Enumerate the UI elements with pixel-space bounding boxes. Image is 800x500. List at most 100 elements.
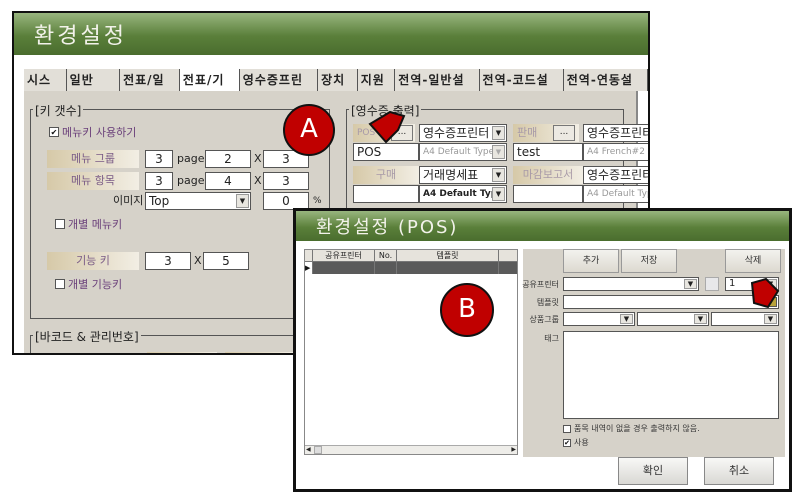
dropdown-arrow-icon: ▼ [236, 194, 249, 208]
product-group-select-1[interactable]: ▼ [563, 312, 635, 326]
shared-printer-grid[interactable]: 공유프린터 No. 템플릿 ▶ ◀ ▶ [304, 249, 518, 455]
tab-global-code[interactable]: 전역-코드설정 [479, 69, 564, 109]
checkbox-checked-icon: ✔ [49, 127, 59, 137]
barcode-title: [바코드 & 관리번호] [33, 328, 141, 345]
menu-item-x: X [254, 174, 262, 187]
sales-name-input[interactable]: test [513, 143, 583, 161]
shared-printer-select[interactable]: ▼ [563, 277, 699, 291]
individual-function-key-checkbox[interactable]: 개별 기능키 [55, 276, 122, 292]
use-checkbox[interactable]: ✔ 사용 [563, 437, 589, 448]
sales-printer-value: 영수증프린터 [587, 126, 650, 140]
tag-textarea[interactable] [563, 331, 779, 419]
table-row[interactable]: ▶ [305, 262, 517, 274]
sales-type-value: A4 French#2 type [587, 147, 648, 157]
tab-global-link[interactable]: 전역-연동설정 [563, 69, 648, 109]
menu-group-page-word: page [177, 152, 205, 165]
tab-receipt-printer[interactable]: 영수증프린터 [239, 69, 319, 109]
background [12, 355, 293, 500]
function-key-cols-input[interactable]: 3 [145, 252, 191, 270]
main-window-title: 환경설정 [14, 13, 648, 55]
tab-general[interactable]: 일반 [66, 69, 121, 91]
scroll-right-icon[interactable]: ▶ [511, 446, 516, 453]
use-menu-key-checkbox[interactable]: ✔ 메뉴키 사용하기 [49, 124, 136, 140]
menu-group-pages-input[interactable]: 3 [145, 150, 173, 168]
purchase-name-input[interactable] [353, 185, 419, 203]
checkbox-checked-icon: ✔ [563, 438, 571, 447]
grid-col-shared-printer[interactable]: 공유프린터 [313, 250, 375, 261]
grid-col-no[interactable]: No. [375, 250, 397, 261]
ok-button[interactable]: 확인 [618, 457, 688, 485]
function-key-rows-input[interactable]: 5 [203, 252, 249, 270]
closing-printer-select[interactable]: 영수증프린터 ▼ [583, 166, 648, 184]
individual-menu-key-checkbox[interactable]: 개별 메뉴키 [55, 216, 122, 232]
tab-system[interactable]: 시스템 [24, 69, 67, 109]
pos-printer-select[interactable]: 영수증프린터 ▼ [419, 124, 507, 142]
copies-value: 1 [729, 278, 736, 289]
dropdown-arrow-icon: ▼ [492, 187, 505, 201]
function-key-x: X [194, 254, 202, 267]
sales-printer-select[interactable]: 영수증프린터 ▼ [583, 124, 650, 142]
add-button[interactable]: 추가 [563, 249, 619, 273]
menu-item-page-word: page [177, 174, 205, 187]
pos-type-select[interactable]: A4 Default Type ▼ [419, 143, 507, 161]
printer-detail-form: 추가 저장 삭제 공유프린터 ▼ 1 ▼ 템플릿 상품그룹 ▼ ▼ ▼ 태그 [522, 249, 785, 457]
shared-printer-label: 공유프린터 [522, 280, 559, 289]
closing-type-value: A4 Default Type [587, 189, 648, 199]
grid-horizontal-scrollbar[interactable]: ◀ ▶ [305, 445, 517, 454]
sales-browse-button[interactable]: ... [553, 125, 575, 141]
tab-bar: 시스템 일반 전표/일반 전표/기타 영수증프린터 장치 지원 전역-일반설정 … [24, 69, 648, 109]
grid-cell[interactable] [397, 262, 499, 274]
new-document-icon[interactable] [705, 277, 719, 291]
tag-label: 태그 [544, 334, 559, 343]
tab-support[interactable]: 지원 [357, 69, 396, 91]
purchase-printer-select[interactable]: 거래명세표 ▼ [419, 166, 507, 184]
delete-button[interactable]: 삭제 [725, 249, 781, 273]
menu-item-cols-input[interactable]: 4 [205, 172, 251, 190]
grid-cell[interactable] [313, 262, 375, 274]
tab-slip-other[interactable]: 전표/기타 [179, 69, 240, 109]
menu-item-pages-input[interactable]: 3 [145, 172, 173, 190]
menu-group-cols-input[interactable]: 2 [205, 150, 251, 168]
skip-no-items-label: 품목 내역이 없을 경우 출력하지 않음. [574, 424, 700, 433]
purchase-printer-value: 거래명세표 [423, 168, 479, 182]
product-group-select-3[interactable]: ▼ [711, 312, 779, 326]
checkbox-unchecked-icon [55, 219, 65, 229]
closing-name-input[interactable] [513, 185, 583, 203]
save-button[interactable]: 저장 [621, 249, 677, 273]
grid-col-filler [499, 250, 517, 261]
skip-no-items-checkbox[interactable]: 품목 내역이 없을 경우 출력하지 않음. [563, 423, 700, 434]
grid-cell[interactable] [375, 262, 397, 274]
menu-group-x: X [254, 152, 262, 165]
sales-type-select[interactable]: A4 French#2 type ▼ [583, 143, 648, 161]
dropdown-arrow-icon: ▼ [684, 279, 697, 289]
cancel-button[interactable]: 취소 [704, 457, 774, 485]
tab-slip-general[interactable]: 전표/일반 [120, 69, 180, 109]
template-input[interactable] [563, 295, 779, 309]
dropdown-arrow-icon: ▼ [620, 314, 633, 324]
row-pointer-icon: ▶ [305, 262, 313, 274]
purchase-type-select[interactable]: A4 Default Type ▼ [419, 185, 507, 203]
menu-item-rows-input[interactable]: 3 [263, 172, 309, 190]
tab-global-general[interactable]: 전역-일반설정 [395, 69, 480, 109]
menu-item-label: 메뉴 항목 [47, 172, 139, 190]
menu-group-label: 메뉴 그룹 [47, 150, 139, 168]
function-key-label: 기능 키 [47, 252, 139, 270]
template-label: 템플릿 [536, 298, 559, 307]
grid-col-template[interactable]: 템플릿 [397, 250, 499, 261]
key-count-title: [키 갯수] [33, 102, 84, 119]
closing-report-label: 마감보고서 [513, 166, 583, 184]
closing-type-select[interactable]: A4 Default Type ▼ [583, 185, 648, 203]
annotation-marker-b: B [440, 283, 494, 337]
scroll-thumb[interactable] [314, 446, 322, 454]
pos-name-input[interactable]: POS [353, 143, 419, 161]
grid-cell [499, 262, 517, 274]
tab-device[interactable]: 장치 [318, 69, 358, 91]
image-position-select[interactable]: Top ▼ [145, 192, 251, 210]
checkbox-unchecked-icon [563, 424, 571, 433]
dropdown-arrow-icon: ▼ [492, 126, 505, 140]
checkbox-unchecked-icon [55, 279, 65, 289]
scroll-left-icon[interactable]: ◀ [306, 446, 311, 453]
dropdown-arrow-icon: ▼ [492, 145, 505, 159]
product-group-select-2[interactable]: ▼ [637, 312, 709, 326]
pos-window-title: 환경설정 (POS) [296, 211, 789, 241]
